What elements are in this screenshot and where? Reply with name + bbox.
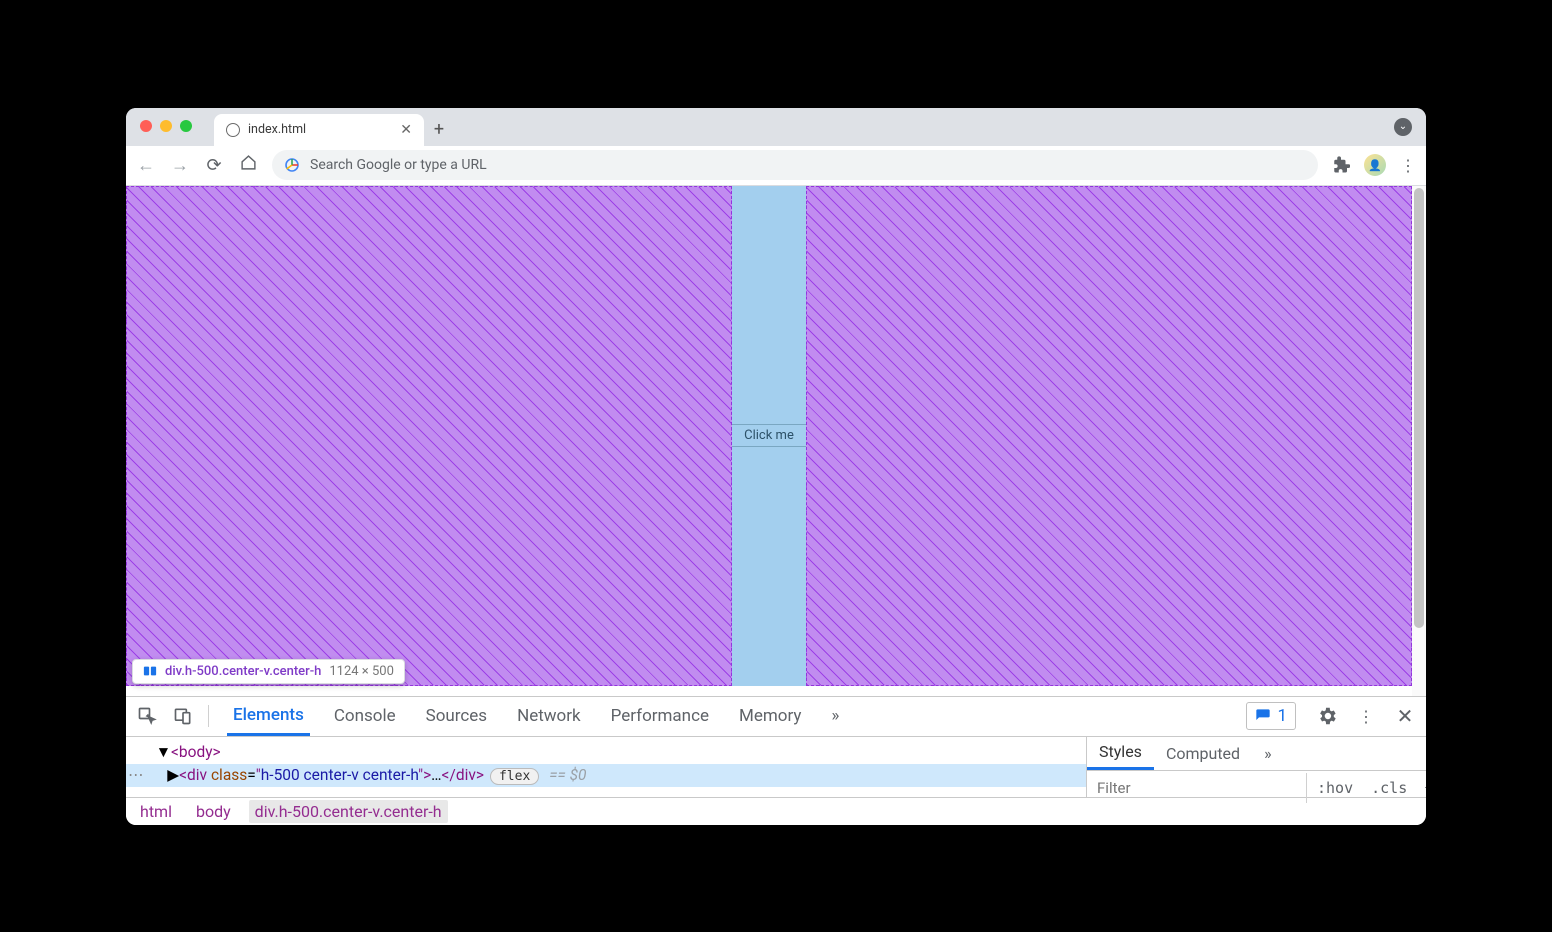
styles-tabs: Styles Computed » [1087, 737, 1426, 771]
dom-div-tag: div [187, 766, 207, 784]
titlebar: index.html ✕ + ⌄ [126, 108, 1426, 146]
devtools-close-button[interactable]: ✕ [1394, 705, 1416, 727]
device-toolbar-button[interactable] [172, 705, 194, 727]
window-controls [140, 120, 192, 132]
devtools-settings-button[interactable] [1316, 705, 1338, 727]
devtools-right-tools: 1 ⋮ ✕ [1246, 702, 1416, 730]
devtools-tabstrip: Elements Console Sources Network Perform… [126, 697, 1426, 737]
google-icon [284, 157, 300, 173]
flex-overlay: Click me [126, 186, 1412, 686]
minimize-window-button[interactable] [160, 120, 172, 132]
omnibox-placeholder: Search Google or type a URL [310, 157, 487, 173]
breadcrumb-body[interactable]: body [190, 800, 237, 823]
chrome-window: index.html ✕ + ⌄ ← → ⟳ Search Google or … [126, 108, 1426, 825]
close-tab-button[interactable]: ✕ [400, 122, 412, 138]
page-viewport: Click me div.h-500.center-v.center-h 112… [126, 186, 1426, 696]
scrollbar-thumb[interactable] [1414, 188, 1424, 628]
devtools-menu-button[interactable]: ⋮ [1358, 707, 1374, 726]
dom-selected-line[interactable]: ⋯ ▶<div class="h-500 center-v center-h">… [126, 764, 1086, 787]
styles-filter-input[interactable] [1087, 779, 1306, 797]
tab-title: index.html [248, 122, 306, 137]
tooltip-selector: div.h-500.center-v.center-h [165, 664, 321, 679]
inspect-element-button[interactable] [136, 705, 158, 727]
maximize-window-button[interactable] [180, 120, 192, 132]
dom-tree[interactable]: ▼<body> ⋯ ▶<div class="h-500 center-v ce… [126, 737, 1086, 797]
tab-elements[interactable]: Elements [227, 697, 310, 736]
page-scrollbar[interactable] [1412, 186, 1426, 696]
flex-badge[interactable]: flex [490, 768, 539, 785]
tab-performance[interactable]: Performance [605, 698, 715, 734]
globe-icon [226, 123, 240, 137]
styles-tab[interactable]: Styles [1087, 736, 1154, 770]
back-button[interactable]: ← [136, 155, 156, 176]
forward-button[interactable]: → [170, 155, 190, 176]
tab-memory[interactable]: Memory [733, 698, 807, 734]
issues-button[interactable]: 1 [1246, 702, 1296, 730]
issues-count: 1 [1277, 706, 1287, 726]
eq-dollar-zero: == $0 [549, 766, 586, 784]
flex-free-space-top [732, 186, 806, 425]
breadcrumb-html[interactable]: html [134, 800, 178, 823]
styles-overflow[interactable]: » [1252, 738, 1284, 769]
tab-sources[interactable]: Sources [420, 698, 493, 734]
tab-overflow[interactable]: » [825, 698, 845, 734]
styles-pane: Styles Computed » :hov .cls ＋ [1086, 737, 1426, 797]
new-style-rule-button[interactable]: ＋ [1415, 777, 1426, 798]
reload-button[interactable]: ⟳ [204, 155, 224, 176]
breadcrumb-div[interactable]: div.h-500.center-v.center-h [249, 800, 448, 823]
flex-free-space-bottom [732, 447, 806, 686]
home-button[interactable] [238, 154, 258, 176]
extensions-button[interactable] [1332, 156, 1350, 174]
flex-free-space-right [806, 186, 1412, 686]
chrome-menu-button[interactable]: ⋮ [1400, 156, 1416, 175]
toolbar: ← → ⟳ Search Google or type a URL 👤 ⋮ [126, 146, 1426, 186]
close-window-button[interactable] [140, 120, 152, 132]
hov-button[interactable]: :hov [1306, 773, 1363, 803]
cls-button[interactable]: .cls [1363, 779, 1415, 797]
devtools-body: ▼<body> ⋯ ▶<div class="h-500 center-v ce… [126, 737, 1426, 797]
dom-body-line[interactable]: ▼<body> [126, 741, 1086, 764]
element-tooltip: div.h-500.center-v.center-h 1124 × 500 [132, 659, 405, 684]
profile-avatar[interactable]: 👤 [1364, 154, 1386, 176]
styles-toolbar: :hov .cls ＋ [1087, 771, 1426, 805]
click-me-button[interactable]: Click me [732, 424, 806, 447]
browser-tab[interactable]: index.html ✕ [214, 114, 424, 146]
flex-free-space-left [126, 186, 732, 686]
devtools: Elements Console Sources Network Perform… [126, 696, 1426, 825]
flex-badge-icon [143, 664, 157, 678]
flex-item-column: Click me [732, 186, 806, 686]
new-tab-button[interactable]: + [424, 114, 454, 146]
omnibox[interactable]: Search Google or type a URL [272, 150, 1318, 180]
tab-console[interactable]: Console [328, 698, 402, 734]
devtools-left-tools [136, 705, 209, 727]
tooltip-dimensions: 1124 × 500 [329, 664, 394, 679]
click-me-label: Click me [744, 428, 794, 443]
computed-tab[interactable]: Computed [1154, 738, 1252, 769]
tab-network[interactable]: Network [511, 698, 587, 734]
tab-overflow-button[interactable]: ⌄ [1394, 118, 1412, 136]
dom-div-class: h-500 center-v center-h [261, 766, 418, 784]
